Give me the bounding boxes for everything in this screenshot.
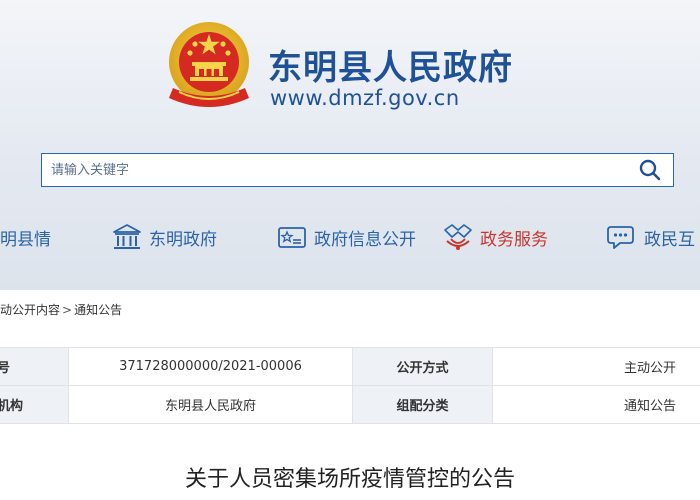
- nav-item-government[interactable]: 东明政府: [111, 214, 217, 260]
- search-box: [41, 153, 674, 187]
- search-icon[interactable]: [639, 159, 661, 181]
- breadcrumb-item[interactable]: 动公开内容: [0, 303, 60, 317]
- nav-item-info-disclosure[interactable]: 政府信息公开: [276, 214, 416, 260]
- table-row: 号 371728000000/2021-00006 公开方式 主动公开: [0, 347, 700, 386]
- breadcrumb-item[interactable]: 通知公告: [74, 303, 122, 317]
- info-value: 通知公告: [492, 385, 700, 424]
- nav-item-label: 政务服务: [480, 229, 548, 250]
- info-label: 号: [0, 347, 69, 386]
- search-input[interactable]: [42, 154, 602, 186]
- nav-item-label: 政府信息公开: [314, 229, 416, 250]
- site-title: 东明县人民政府: [268, 48, 513, 88]
- main-nav: 明县情 东明政府 政府信息公开 政务服务 政民互: [0, 214, 700, 264]
- table-row: 机构 东明县人民政府 组配分类 通知公告: [0, 385, 700, 424]
- breadcrumb: 动公开内容 > 通知公告: [0, 301, 122, 318]
- site-url[interactable]: www.dmzf.gov.cn: [270, 86, 460, 110]
- government-building-icon: [113, 224, 141, 249]
- nav-item-government-services[interactable]: 政务服务: [442, 214, 548, 260]
- breadcrumb-separator: >: [62, 303, 73, 317]
- nav-item-label: 东明政府: [149, 229, 217, 250]
- info-label: 公开方式: [352, 347, 493, 386]
- document-info-table: 号 371728000000/2021-00006 公开方式 主动公开 机构 东…: [0, 347, 700, 424]
- handshake-icon: [444, 224, 472, 250]
- info-value: 东明县人民政府: [68, 385, 353, 424]
- site-header: 东明县人民政府 www.dmzf.gov.cn 明县情 东明政府: [0, 0, 700, 290]
- nav-item-label: 政民互: [644, 229, 695, 250]
- info-label: 组配分类: [352, 385, 493, 424]
- info-value: 主动公开: [492, 347, 700, 386]
- document-title: 关于人员密集场所疫情管控的公告: [184, 467, 515, 492]
- info-label: 机构: [0, 385, 69, 424]
- info-disclosure-icon: [278, 227, 306, 248]
- chat-bubble-icon: [607, 226, 634, 249]
- info-value: 371728000000/2021-00006: [68, 347, 353, 386]
- national-emblem-icon: [169, 22, 249, 107]
- nav-item-public-interaction[interactable]: 政民互: [606, 214, 695, 260]
- nav-item-county-info[interactable]: 明县情: [0, 214, 51, 260]
- nav-item-label: 明县情: [0, 229, 51, 250]
